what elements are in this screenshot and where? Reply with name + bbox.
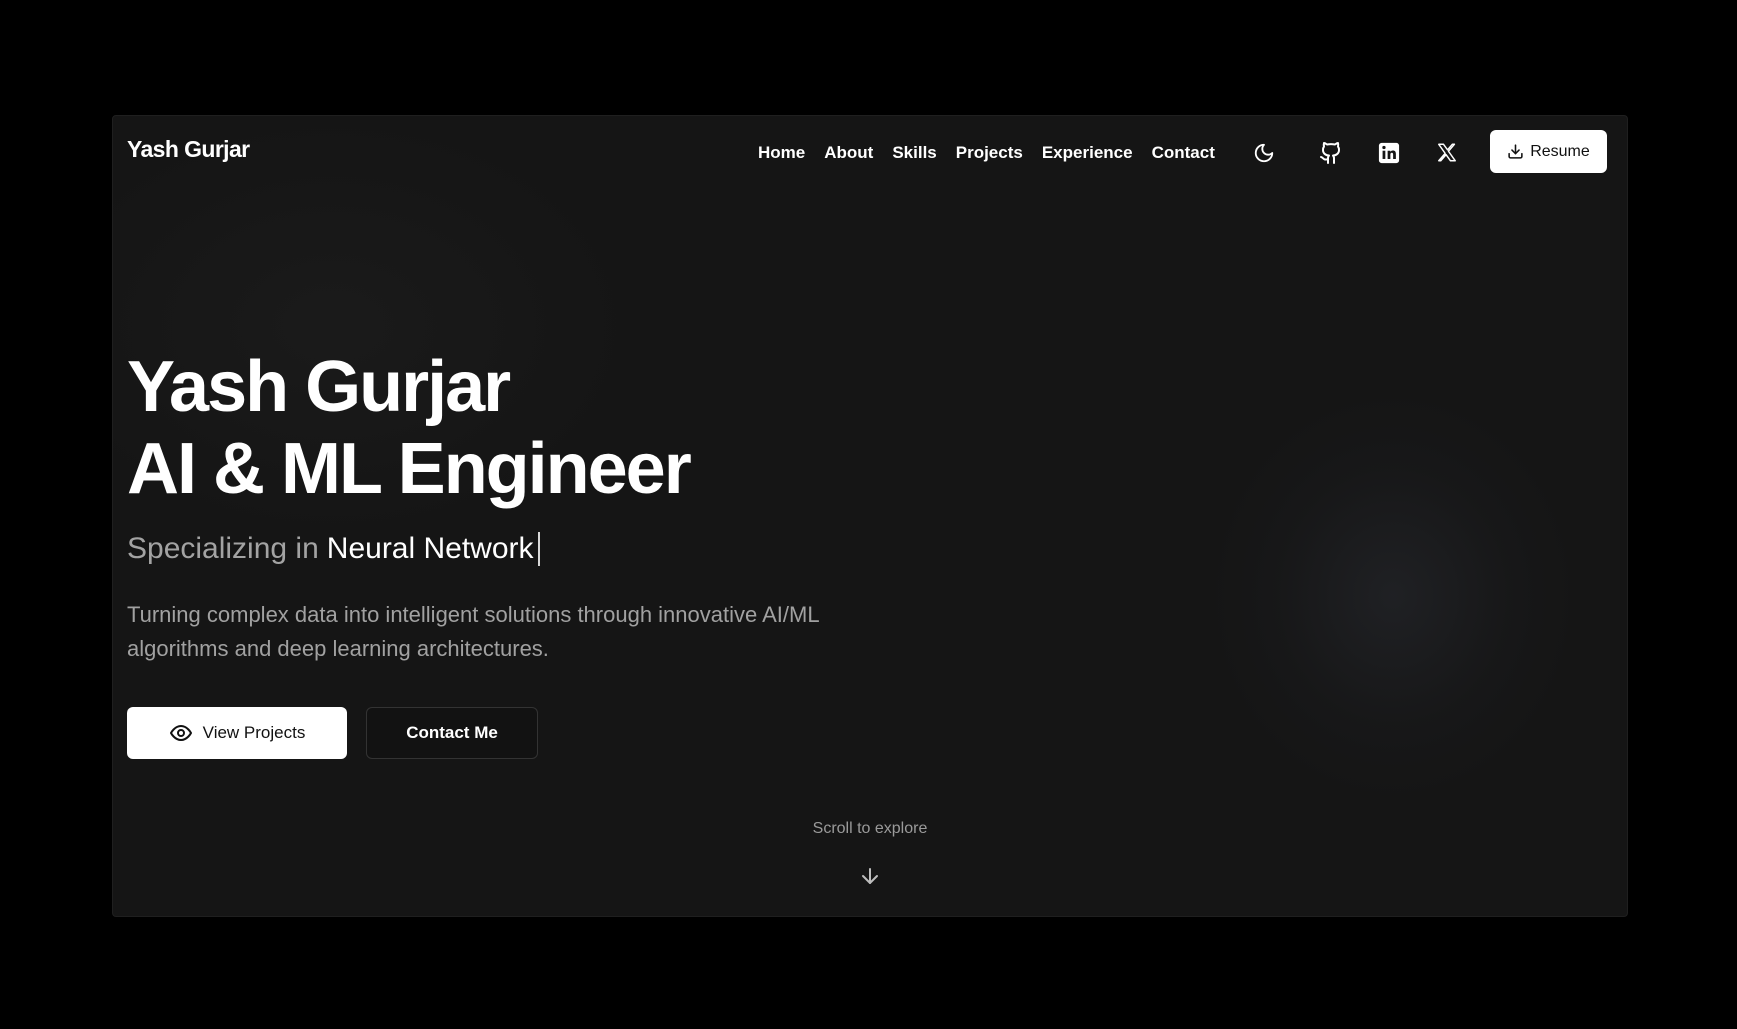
- moon-icon: [1254, 143, 1274, 163]
- nav-experience[interactable]: Experience: [1042, 143, 1133, 163]
- portfolio-window: Yash Gurjar Home About Skills Projects E…: [112, 115, 1628, 917]
- github-link[interactable]: [1316, 138, 1346, 168]
- main-nav: Home About Skills Projects Experience Co…: [758, 143, 1234, 163]
- linkedin-link[interactable]: [1374, 138, 1404, 168]
- eye-icon: [169, 725, 192, 741]
- nav-skills[interactable]: Skills: [892, 143, 936, 163]
- view-projects-label: View Projects: [202, 723, 306, 742]
- specializing-line: Specializing in Neural Network: [127, 532, 540, 566]
- theme-toggle-button[interactable]: [1249, 138, 1279, 168]
- nav-projects[interactable]: Projects: [956, 143, 1023, 163]
- hero-name: Yash Gurjar: [127, 347, 511, 427]
- specializing-word: Neural Network: [326, 532, 534, 565]
- resume-button[interactable]: Resume: [1490, 130, 1607, 173]
- specializing-prefix: Specializing in: [127, 532, 319, 565]
- hero-description: Turning complex data into intelligent so…: [127, 602, 819, 661]
- download-icon: [1508, 144, 1523, 159]
- hero-title: AI & ML Engineer: [127, 429, 692, 509]
- x-twitter-link[interactable]: [1432, 138, 1462, 168]
- scroll-hint-text: Scroll to explore: [812, 820, 928, 837]
- view-projects-button[interactable]: View Projects: [127, 707, 347, 759]
- background-glow-right: [1213, 396, 1573, 796]
- contact-me-button[interactable]: Contact Me: [366, 707, 538, 759]
- linkedin-icon: [1378, 142, 1400, 164]
- brand-logo[interactable]: Yash Gurjar: [127, 136, 250, 163]
- arrow-down-icon: [862, 868, 878, 884]
- resume-label: Resume: [1530, 142, 1590, 160]
- github-icon: [1320, 142, 1341, 164]
- nav-home[interactable]: Home: [758, 143, 805, 163]
- contact-me-label: Contact Me: [406, 723, 498, 742]
- scroll-down-button[interactable]: [858, 864, 882, 888]
- nav-contact[interactable]: Contact: [1152, 143, 1215, 163]
- nav-about[interactable]: About: [824, 143, 873, 163]
- typing-caret: [537, 532, 540, 566]
- x-icon: [1438, 143, 1456, 162]
